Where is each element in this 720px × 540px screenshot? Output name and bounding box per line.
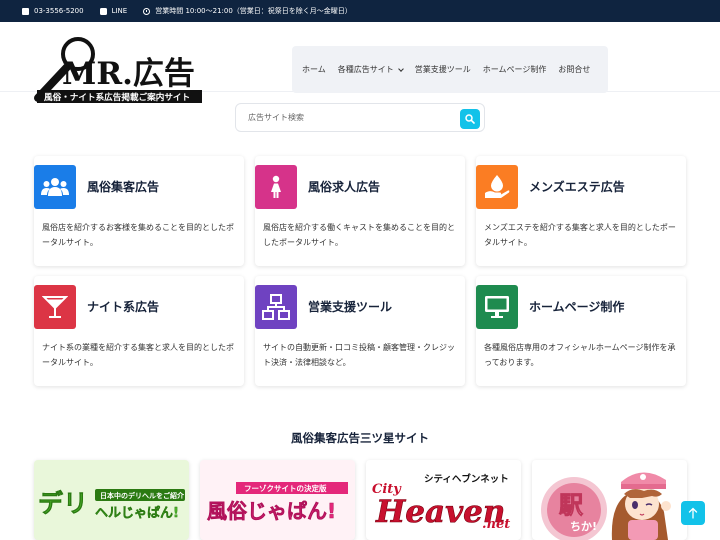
phone-contact[interactable]: 03-3556-5200 bbox=[22, 7, 84, 15]
card-description: メンズエステを紹介する集客と求人を目的としたポータルサイト。 bbox=[484, 223, 676, 247]
category-card-fuzoku-recruit[interactable]: 風俗求人広告 風俗店を紹介する働くキャストを集めることを目的としたポータルサイト… bbox=[255, 156, 465, 266]
top-info-bar: 03-3556-5200 LINE 営業時間 10:00〜21:00（営業日：祝… bbox=[0, 0, 720, 22]
nav-home[interactable]: ホーム bbox=[302, 64, 326, 75]
card-description: 風俗店を紹介する働くキャストを集めることを目的としたポータルサイト。 bbox=[263, 223, 455, 247]
phone-number: 03-3556-5200 bbox=[34, 7, 84, 15]
banner-eki-chika[interactable]: 駅 ちか! bbox=[532, 460, 687, 540]
card-description: 風俗店を紹介するお客様を集めることを目的としたポータルサイト。 bbox=[42, 223, 234, 247]
heaven-logo-net: .net bbox=[482, 517, 510, 532]
monitor-icon bbox=[476, 285, 518, 329]
section-title: 風俗集客広告三ツ星サイト bbox=[291, 431, 429, 445]
cocktail-icon bbox=[34, 285, 76, 329]
search-box bbox=[235, 103, 485, 132]
fuzoku-logo-main: 風俗じゃぱん! bbox=[207, 499, 336, 523]
category-card-sales-tools[interactable]: 営業支援ツール サイトの自動更新・口コミ投稿・顧客管理・クレジット決済・法律相談… bbox=[255, 276, 465, 386]
card-description: 各種風俗店専用のオフィシャルホームページ制作を承っております。 bbox=[484, 343, 676, 367]
banner-fuzoku-japan[interactable]: フーゾクサイトの決定版 風俗じゃぱん! bbox=[200, 460, 355, 540]
deli-logo-second: ヘルじゃぱん! bbox=[95, 505, 179, 521]
nav-sales-tools[interactable]: 営業支援ツール bbox=[415, 64, 471, 75]
search-icon bbox=[465, 114, 475, 124]
nav-homepage-production-label: ホームページ制作 bbox=[482, 65, 547, 74]
eki-logo-sub: ちか! bbox=[570, 520, 597, 533]
arrow-up-icon bbox=[688, 507, 698, 519]
nav-contact[interactable]: お問合せ bbox=[558, 64, 590, 75]
business-hours-text: 営業時間 10:00〜21:00（営業日：祝祭日を除く月〜金曜日） bbox=[155, 7, 352, 15]
banner-deli-heru-japan[interactable]: デリ 日本中のデリヘルをご紹介 ヘルじゃぱん! bbox=[34, 460, 189, 540]
network-icon bbox=[255, 285, 297, 329]
card-title: ホームページ制作 bbox=[529, 300, 625, 314]
card-title: 風俗求人広告 bbox=[308, 180, 381, 194]
business-hours: 営業時間 10:00〜21:00（営業日：祝祭日を除く月〜金曜日） bbox=[143, 6, 352, 16]
card-title: 営業支援ツール bbox=[308, 300, 393, 314]
chevron-down-icon bbox=[397, 65, 404, 72]
card-title: 風俗集客広告 bbox=[87, 180, 160, 194]
line-contact[interactable]: LINE bbox=[99, 7, 128, 15]
fuzoku-logo-sub: フーゾクサイトの決定版 bbox=[244, 483, 327, 493]
nav-home-label: ホーム bbox=[302, 65, 326, 74]
spa-icon bbox=[476, 165, 518, 209]
banner-city-heaven[interactable]: シティヘブンネット City Heaven .net bbox=[366, 460, 521, 540]
nav-sales-tools-label: 営業支援ツール bbox=[414, 65, 471, 74]
category-card-mens-esthe[interactable]: メンズエステ広告 メンズエステを紹介する集客と求人を目的としたポータルサイト。 bbox=[476, 156, 686, 266]
deli-logo-main: デリ bbox=[38, 489, 88, 518]
logo-name: MR.広告 bbox=[62, 56, 195, 92]
card-title: メンズエステ広告 bbox=[529, 180, 625, 194]
card-title: ナイト系広告 bbox=[87, 300, 160, 314]
card-description: サイトの自動更新・口コミ投稿・顧客管理・クレジット決済・法律相談など。 bbox=[263, 343, 455, 367]
nav-ad-sites[interactable]: 各種広告サイト bbox=[337, 64, 404, 75]
category-card-homepage-production[interactable]: ホームページ制作 各種風俗店専用のオフィシャルホームページ制作を承っております。 bbox=[476, 276, 686, 386]
scroll-to-top-button[interactable] bbox=[681, 501, 705, 525]
category-card-fuzoku-ads[interactable]: 風俗集客広告 風俗店を紹介するお客様を集めることを目的としたポータルサイト。 bbox=[34, 156, 244, 266]
phone-icon bbox=[22, 7, 29, 15]
mascot-character bbox=[611, 472, 671, 540]
users-icon bbox=[34, 165, 76, 209]
site-header: 風俗・ナイト系広告掲載ご案内サイト MR.広告 ホーム 各種広告サイト 営業支援… bbox=[0, 22, 720, 103]
female-icon bbox=[255, 165, 297, 209]
nav-homepage-production[interactable]: ホームページ制作 bbox=[483, 64, 547, 75]
deli-logo-sub: 日本中のデリヘルをご紹介 bbox=[100, 491, 185, 500]
nav-contact-label: お問合せ bbox=[558, 65, 591, 74]
heaven-logo-top: シティヘブンネット bbox=[424, 473, 509, 485]
line-label: LINE bbox=[111, 7, 128, 15]
nav-ad-sites-label: 各種広告サイト bbox=[337, 65, 394, 74]
card-description: ナイト系の業種を紹介する集客と求人を目的としたポータルサイト。 bbox=[42, 343, 234, 367]
site-logo[interactable]: 風俗・ナイト系広告掲載ご案内サイト MR.広告 bbox=[32, 30, 207, 106]
search-button[interactable] bbox=[460, 109, 480, 129]
line-icon bbox=[99, 7, 107, 15]
main-navigation: ホーム 各種広告サイト 営業支援ツール ホームページ制作 お問合せ bbox=[292, 46, 608, 93]
eki-logo-main: 駅 bbox=[559, 491, 583, 519]
logo-tagline: 風俗・ナイト系広告掲載ご案内サイト bbox=[44, 91, 190, 103]
search-input[interactable] bbox=[248, 113, 448, 122]
clock-icon bbox=[143, 7, 151, 15]
category-card-night-ads[interactable]: ナイト系広告 ナイト系の業種を紹介する集客と求人を目的としたポータルサイト。 bbox=[34, 276, 244, 386]
